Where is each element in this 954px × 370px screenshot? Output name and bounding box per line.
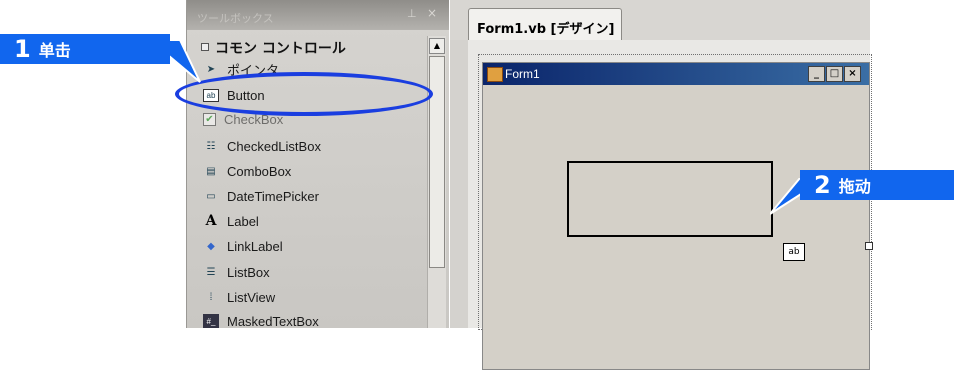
checkedlistbox-icon: ☷ (206, 140, 216, 152)
toolbox-item-listbox[interactable]: ☰ ListBox (203, 261, 270, 283)
minimize-icon[interactable]: _ (808, 66, 825, 82)
form-app-icon (487, 67, 503, 82)
toolbox-item-checkedlistbox[interactable]: ☷ CheckedListBox (203, 135, 321, 157)
pin-icon[interactable]: ⊥ (407, 7, 417, 20)
form-titlebar[interactable]: Form1 _ □ × (483, 63, 869, 85)
toolbox-item-label: DateTimePicker (227, 188, 319, 204)
toolbox-item-label: Label (227, 213, 259, 229)
datetimepicker-icon: ▭ (206, 190, 216, 202)
toolbox-item-datetimepicker[interactable]: ▭ DateTimePicker (203, 185, 319, 207)
callout-step-2: 2 拖动 (800, 170, 954, 200)
callout-2-number: 2 (814, 171, 831, 199)
scroll-up-icon[interactable]: ▲ (429, 38, 445, 54)
toolbox-group-label: コモン コントロール (215, 41, 346, 57)
listbox-icon: ☰ (206, 266, 216, 278)
toolbox-title: ツールボックス (197, 12, 274, 25)
toolbox-item-label: MaskedTextBox (227, 313, 319, 329)
maximize-icon[interactable]: □ (826, 66, 843, 82)
toolbox-item-label: LinkLabel (227, 238, 283, 254)
callout-1-text: 单击 (38, 41, 71, 60)
close-window-icon[interactable]: × (844, 66, 861, 82)
drag-outline-rectangle (567, 161, 773, 237)
checkbox-icon: ✔ (203, 112, 216, 126)
drag-cursor-icon: ab (783, 243, 805, 261)
toolbox-item-label: CheckedListBox (227, 138, 321, 154)
maskedtextbox-icon: #_ (203, 314, 219, 328)
combobox-icon: ▤ (206, 165, 216, 177)
toolbox-item-label: ListView (227, 289, 276, 305)
highlight-ellipse (175, 72, 433, 116)
resize-handle[interactable] (865, 242, 873, 250)
tab-form1-design[interactable]: Form1.vb [デザイン] (468, 8, 622, 41)
callout-2-text: 拖动 (838, 177, 871, 196)
toolbox-panel: ツールボックス ⊥ × コモン コントロール ➤ ポインタ ab Button … (186, 0, 449, 329)
toolbox-item-label: ListBox (227, 264, 270, 280)
toolbox-item-combobox[interactable]: ▤ ComboBox (203, 160, 291, 182)
toolbox-scrollbar[interactable]: ▲ (427, 36, 446, 328)
toolbox-item-maskedtextbox[interactable]: #_ MaskedTextBox (203, 310, 319, 332)
toolbox-group-header[interactable]: コモン コントロール (201, 38, 346, 58)
callout-step-1: 1 单击 (0, 34, 170, 64)
document-tabbar: Form1.vb [デザイン] (450, 0, 870, 41)
toolbox-item-listview[interactable]: ⁞ ListView (203, 286, 276, 308)
label-icon: A (205, 213, 217, 229)
designer-panel: Form1.vb [デザイン] Form1 _ □ × ab (450, 0, 873, 370)
listview-icon: ⁞ (209, 291, 213, 303)
tab-label: Form1.vb [デザイン] (477, 22, 615, 37)
scrollbar-thumb[interactable] (429, 56, 445, 268)
toolbox-item-label: ComboBox (227, 163, 292, 179)
linklabel-icon: ◆ (207, 240, 215, 252)
form-title: Form1 (505, 67, 540, 81)
close-icon[interactable]: × (427, 6, 437, 20)
toolbox-item-label[interactable]: A Label (203, 210, 259, 232)
callout-1-number: 1 (14, 35, 31, 63)
toolbox-item-linklabel[interactable]: ◆ LinkLabel (203, 235, 283, 257)
toolbox-header: ツールボックス ⊥ × (187, 0, 449, 30)
